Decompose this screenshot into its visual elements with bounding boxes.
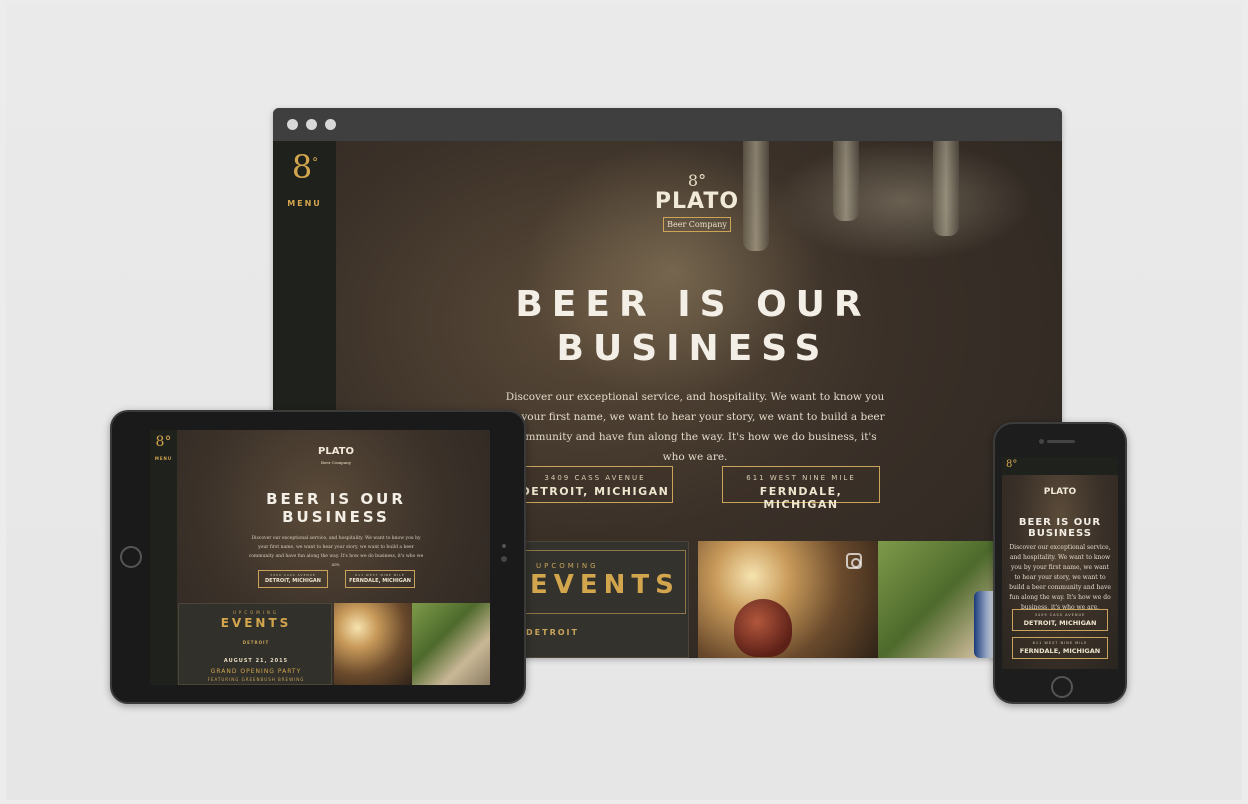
brand-badge: 8° PLATO Beer Company bbox=[639, 171, 755, 241]
phone-camera-icon bbox=[1039, 439, 1044, 444]
location-button-detroit[interactable]: 3409 CASS AVENUE DETROIT, MICHIGAN bbox=[517, 466, 673, 503]
hero-photo-light-2 bbox=[773, 141, 1033, 261]
tablet-menu-button[interactable]: MENU bbox=[150, 456, 177, 461]
brand-subtitle: Beer Company bbox=[663, 217, 731, 232]
tablet-events-city: DETROIT bbox=[242, 640, 270, 645]
window-dot-maximize[interactable] bbox=[325, 119, 336, 130]
events-eyebrow: UPCOMING bbox=[536, 562, 599, 570]
phone-hero-body: Discover our exceptional service, and ho… bbox=[1009, 544, 1111, 611]
tablet-photo-beer-glass[interactable] bbox=[334, 603, 412, 685]
window-dot-close[interactable] bbox=[287, 119, 298, 130]
tablet-events-eyebrow: UPCOMING bbox=[232, 610, 279, 615]
tablet-photo-beer-can[interactable] bbox=[412, 603, 490, 685]
events-panel[interactable]: UPCOMING EVENTS DETROIT bbox=[523, 541, 689, 658]
tablet-location-detroit[interactable]: 3409 CASS AVENUE DETROIT, MICHIGAN bbox=[258, 570, 328, 588]
phone-location-ferndale[interactable]: 611 WEST NINE MILE FERNDALE, MICHIGAN bbox=[1012, 637, 1108, 659]
phone-screen: 8° PLATO BEER IS OUR BUSINESS Discover o… bbox=[1002, 457, 1118, 669]
brand-mark: 8° bbox=[687, 171, 707, 190]
instagram-icon[interactable] bbox=[846, 553, 862, 569]
tablet-event-date: AUGUST 21, 2015 bbox=[223, 658, 289, 664]
sidebar: 8° MENU bbox=[273, 141, 336, 421]
tablet-brand-name: PLATO bbox=[318, 446, 354, 457]
hero-title: BEER IS OUR BUSINESS bbox=[515, 284, 871, 369]
phone-location-detroit[interactable]: 3409 CASS AVENUE DETROIT, MICHIGAN bbox=[1012, 609, 1108, 631]
phone-home-button[interactable] bbox=[1051, 676, 1073, 698]
phone-hero-title: BEER IS OUR BUSINESS bbox=[1018, 517, 1102, 539]
tablet-mockup: 8° MENU PLATO Beer Company BEER IS OUR B… bbox=[110, 410, 526, 704]
brand-name: PLATO bbox=[654, 189, 740, 214]
tablet-sensor-icon bbox=[501, 556, 507, 562]
tablet-brand-subtitle: Beer Company bbox=[321, 460, 351, 465]
tablet-logo-mark[interactable]: 8° bbox=[150, 434, 177, 450]
phone-speaker bbox=[1047, 440, 1075, 443]
hero-body: Discover our exceptional service, and ho… bbox=[505, 391, 885, 463]
events-title: EVENTS bbox=[530, 570, 680, 600]
tablet-location-ferndale[interactable]: 611 WEST NINE MILE FERNDALE, MICHIGAN bbox=[345, 570, 415, 588]
beer-glass-shape bbox=[734, 599, 792, 657]
tablet-screen: 8° MENU PLATO Beer Company BEER IS OUR B… bbox=[150, 430, 490, 685]
window-dot-minimize[interactable] bbox=[306, 119, 317, 130]
location-button-ferndale[interactable]: 611 WEST NINE MILE FERNDALE, MICHIGAN bbox=[722, 466, 880, 511]
tablet-sidebar: 8° MENU bbox=[150, 430, 177, 685]
beer-tap-shape bbox=[933, 141, 959, 236]
tablet-camera-icon bbox=[502, 544, 506, 548]
phone-topbar: 8° bbox=[1002, 457, 1118, 475]
logo-mark[interactable]: 8° bbox=[287, 151, 323, 183]
tablet-event-name[interactable]: GRAND OPENING PARTY bbox=[179, 668, 333, 675]
events-city: DETROIT bbox=[526, 628, 579, 637]
tablet-events-title: EVENTS bbox=[220, 616, 292, 630]
phone-logo-mark[interactable]: 8° bbox=[1006, 459, 1017, 470]
tablet-event-featuring: FEATURING GREENBUSH BREWING bbox=[207, 677, 305, 682]
tablet-home-button[interactable] bbox=[120, 546, 142, 568]
beer-tap-shape bbox=[833, 141, 859, 221]
photo-beer-glass[interactable] bbox=[698, 541, 878, 658]
tablet-events-panel[interactable]: UPCOMING EVENTS DETROIT AUGUST 21, 2015 … bbox=[178, 603, 332, 685]
menu-button[interactable]: MENU bbox=[273, 199, 336, 208]
tablet-hero-body: Discover our exceptional service, and ho… bbox=[248, 536, 424, 568]
browser-titlebar bbox=[273, 108, 1062, 141]
phone-mockup: 8° PLATO BEER IS OUR BUSINESS Discover o… bbox=[993, 422, 1127, 704]
phone-brand-name: PLATO bbox=[1043, 487, 1077, 497]
tablet-hero-title: BEER IS OUR BUSINESS bbox=[266, 490, 406, 526]
